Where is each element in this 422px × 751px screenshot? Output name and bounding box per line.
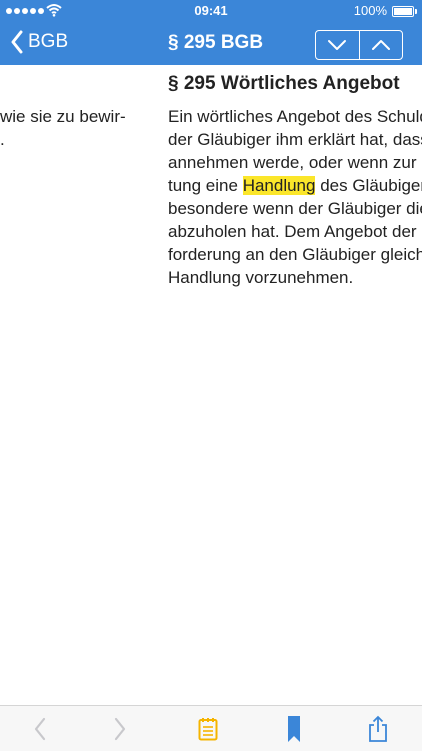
page-title: § 295 BGB (168, 32, 264, 53)
paragraph-text: tung eine (168, 176, 243, 195)
share-icon (369, 715, 387, 742)
paragraph-line: abzuholen hat. Dem Angebot der Le (168, 222, 422, 241)
bookmark-button[interactable] (274, 706, 314, 751)
back-arrow-icon (34, 717, 46, 740)
previous-result-button[interactable] (358, 31, 403, 59)
back-arrow-button[interactable] (20, 706, 60, 751)
paragraph-line: tung eine Handlung des Gläubigers (168, 174, 422, 197)
forward-arrow-button[interactable] (100, 706, 140, 751)
reader-content[interactable]: wie sie zu bewir- . § 295 Wörtliches Ang… (0, 65, 422, 705)
share-button[interactable] (358, 706, 398, 751)
search-highlight: Handlung (242, 176, 316, 195)
forward-arrow-icon (114, 717, 126, 740)
previous-page-line: wie sie zu bewir- (0, 107, 126, 126)
paragraph-line: besondere wenn der Gläubiger die (168, 199, 422, 218)
previous-page-line: . (0, 130, 5, 149)
note-icon (198, 717, 218, 740)
battery-percent: 100% (353, 3, 387, 18)
navigation-bar: BGB § 295 BGB (0, 22, 422, 65)
battery-icon (392, 6, 417, 17)
paragraph-line: Handlung vorzunehmen. (168, 268, 354, 287)
paragraph-text: des Gläubigers (320, 176, 422, 195)
paragraph-line: der Gläubiger ihm erklärt hat, dass (168, 130, 422, 149)
article-column: § 295 Wörtliches Angebot Ein wörtliches … (168, 73, 422, 287)
paragraph-line: annehmen werde, oder wenn zur B (168, 153, 422, 172)
bookmark-icon (288, 715, 300, 742)
app-header: 09:41 100% BGB § 295 BGB (0, 0, 422, 65)
paragraph-line: Ein wörtliches Angebot des Schuldn (168, 107, 422, 126)
chevron-up-icon (371, 40, 390, 50)
paragraph-line: forderung an den Gläubiger gleich, (168, 245, 422, 264)
article-heading: § 295 Wörtliches Angebot (168, 73, 400, 94)
status-bar: 09:41 100% (0, 0, 422, 22)
back-button[interactable]: BGB (10, 30, 68, 54)
chevron-left-icon (11, 30, 23, 54)
chevron-down-icon (328, 40, 347, 50)
back-button-label: BGB (28, 31, 69, 52)
bottom-toolbar (0, 705, 422, 751)
next-result-button[interactable] (316, 31, 359, 59)
note-button[interactable] (188, 706, 228, 751)
search-result-stepper (315, 30, 403, 60)
